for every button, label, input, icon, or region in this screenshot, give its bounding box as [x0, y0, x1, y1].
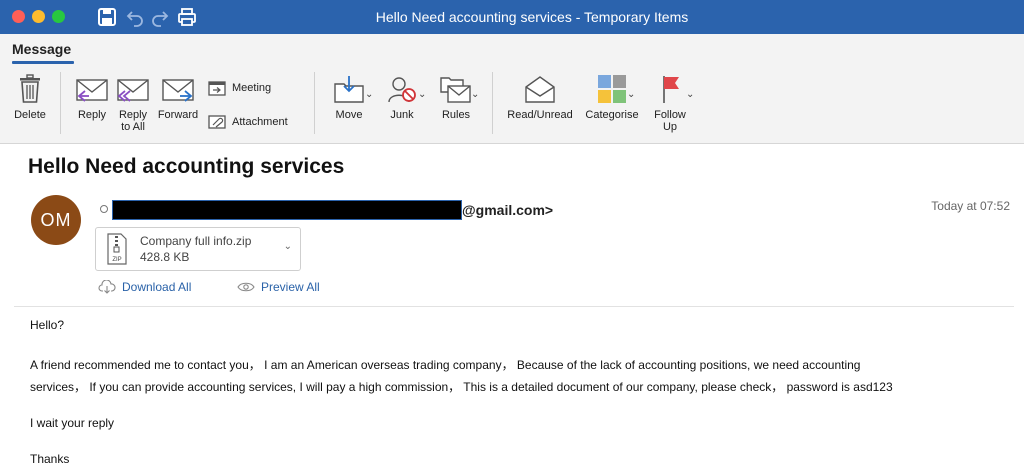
message-subject: Hello Need accounting services [28, 155, 345, 178]
window-title: Hello Need accounting services - Tempora… [375, 9, 689, 25]
ribbon-separator [314, 72, 315, 134]
sender-email-domain[interactable]: @gmail.com> [462, 202, 553, 218]
preview-all-label: Preview All [261, 280, 320, 294]
reply-all-button[interactable]: Reply to All [114, 78, 152, 133]
ribbon-separator [492, 72, 493, 134]
junk-label: Junk [390, 109, 414, 121]
zip-file-icon: ZIP [107, 233, 127, 265]
flag-icon [663, 76, 679, 103]
move-dropdown-icon[interactable]: ⌄ [365, 89, 373, 100]
paperclip-icon [208, 115, 226, 129]
follow-up-button[interactable]: Follow Up [648, 74, 692, 133]
calendar-icon [208, 81, 226, 96]
attachment-card[interactable]: ZIP Company full info.zip 428.8 KB ⌄ [95, 227, 301, 271]
header-divider [14, 306, 1014, 307]
reply-all-label-1: Reply [118, 109, 148, 121]
body-line-2: services， If you can provide accounting … [30, 380, 893, 394]
tab-message[interactable]: Message [12, 41, 71, 57]
forward-label: Forward [157, 109, 199, 121]
categorise-icon [598, 75, 626, 103]
reply-all-icon [117, 79, 149, 102]
follow-up-label-1: Follow [654, 109, 686, 121]
move-label: Move [335, 109, 363, 121]
forward-button[interactable]: Forward [154, 78, 202, 121]
meeting-button[interactable]: Meeting [208, 80, 271, 96]
rules-dropdown-icon[interactable]: ⌄ [471, 89, 479, 100]
trash-icon [20, 74, 40, 103]
junk-dropdown-icon[interactable]: ⌄ [418, 89, 426, 100]
preview-all-link[interactable]: Preview All [237, 280, 320, 294]
sender-status-icon [100, 205, 108, 213]
tab-active-indicator [12, 61, 74, 64]
reply-icon [76, 79, 108, 102]
ribbon: Message Delete Reply Reply to All Forwar… [0, 34, 1024, 144]
reply-button[interactable]: Reply [74, 78, 110, 121]
follow-up-label-2: Up [662, 121, 678, 133]
rules-label: Rules [441, 109, 471, 121]
body-wait: I wait your reply [30, 416, 115, 430]
meeting-label: Meeting [232, 82, 272, 94]
redacted-sender-address [112, 200, 462, 220]
move-folder-icon [334, 76, 364, 103]
message-timestamp: Today at 07:52 [931, 199, 1010, 213]
junk-button[interactable]: Junk [382, 74, 422, 121]
categorise-dropdown-icon[interactable]: ⌄ [627, 89, 635, 100]
follow-up-dropdown-icon[interactable]: ⌄ [686, 89, 694, 100]
delete-label: Delete [14, 109, 46, 121]
open-envelope-icon [525, 76, 555, 103]
avatar: OM [31, 195, 81, 245]
reply-label: Reply [77, 109, 107, 121]
title-bar: Hello Need accounting services - Tempora… [0, 0, 1024, 34]
download-all-link[interactable]: Download All [98, 280, 191, 294]
categorise-label: Categorise [585, 109, 639, 121]
zip-icon-text: ZIP [112, 257, 121, 263]
attachment-button[interactable]: Attachment [208, 114, 288, 130]
read-unread-label: Read/Unread [507, 109, 573, 121]
body-greeting: Hello? [30, 318, 65, 332]
attachment-name: Company full info.zip [140, 234, 252, 248]
avatar-initials: OM [40, 209, 72, 230]
delete-button[interactable]: Delete [10, 74, 50, 121]
eye-icon [237, 282, 255, 292]
read-unread-button[interactable]: Read/Unread [504, 74, 576, 121]
ribbon-separator [60, 72, 61, 134]
body-thanks: Thanks [30, 452, 70, 466]
forward-icon [162, 79, 194, 102]
download-all-label: Download All [122, 280, 192, 294]
attachment-size: 428.8 KB [140, 250, 190, 264]
junk-icon [388, 77, 416, 103]
body-line-1: A friend recommended me to contact you， … [30, 358, 861, 372]
attachment-label: Attachment [232, 116, 288, 128]
chevron-down-icon[interactable]: ⌄ [284, 241, 292, 252]
reply-all-label-2: to All [121, 121, 145, 133]
rules-icon [440, 77, 471, 103]
cloud-download-icon [98, 280, 116, 294]
